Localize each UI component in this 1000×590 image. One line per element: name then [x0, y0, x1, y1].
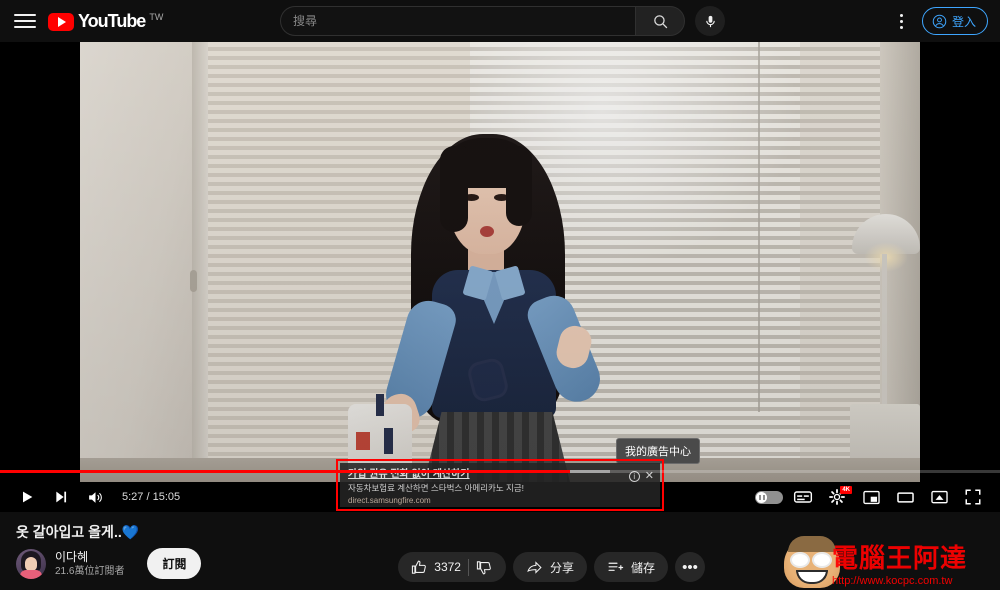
thumbs-up-icon [412, 560, 427, 574]
watermark-text: 電腦王阿達 [832, 543, 968, 573]
channel-row: 이다혜 21.6萬位訂閱者 訂閱 [16, 548, 202, 579]
miniplayer-icon [862, 490, 880, 504]
scene-floor-lamp-pole [882, 254, 887, 404]
avatar[interactable] [16, 548, 46, 579]
play-icon [23, 491, 33, 503]
autoplay-toggle[interactable] [752, 482, 786, 512]
action-buttons-row: 3372 分享 儲存 ••• [398, 552, 705, 582]
subtitles-icon [793, 491, 813, 503]
site-watermark: 電腦王阿達 http://www.kocpc.com.tw [784, 536, 994, 588]
hamburger-menu-icon[interactable] [14, 10, 36, 32]
share-button[interactable]: 分享 [512, 552, 587, 582]
masthead-right: 登入 [892, 6, 988, 36]
like-count: 3372 [434, 560, 461, 574]
scene-bag-trim-red [356, 432, 370, 450]
avatar-face [25, 556, 37, 571]
watermark-mascot-face [784, 538, 840, 588]
fullscreen-button[interactable] [956, 482, 990, 512]
save-button[interactable]: 儲存 [593, 552, 668, 582]
scene-bag-trim-navy [384, 428, 393, 454]
save-label: 儲存 [630, 560, 655, 575]
next-video-button[interactable] [44, 482, 78, 512]
youtube-logo-text: YouTube [78, 10, 146, 31]
share-arrow-icon [527, 560, 542, 574]
person-mouth [480, 226, 494, 237]
search-box [280, 6, 685, 36]
progress-bar[interactable] [0, 470, 1000, 474]
youtube-country-code: TW [149, 11, 164, 22]
watermark-mascot-glass-left [790, 552, 810, 568]
kebab-menu-icon[interactable] [892, 6, 912, 36]
autoplay-toggle-icon [755, 490, 783, 504]
page-title: 옷 갈아입고 올게..💙 [16, 524, 140, 540]
progress-played [0, 470, 570, 473]
dislike-button[interactable] [476, 559, 493, 576]
next-video-icon [56, 491, 67, 503]
search-area [280, 6, 725, 36]
player-controls-left: 5:27 / 15:05 [0, 482, 180, 512]
player-controls: 5:27 / 15:05 4K [0, 482, 1000, 512]
volume-button[interactable] [78, 482, 112, 512]
theater-mode-button[interactable] [888, 482, 922, 512]
action-divider [467, 558, 469, 576]
youtube-logo[interactable]: YouTube TW [48, 10, 164, 31]
cast-icon [930, 490, 948, 503]
signin-label: 登入 [951, 14, 976, 29]
player-controls-right: 4K [752, 482, 990, 512]
search-input[interactable] [280, 6, 635, 36]
masthead: YouTube TW 搜尋 登入 [0, 0, 1000, 42]
save-playlist-icon [608, 562, 624, 571]
cast-button[interactable] [922, 482, 956, 512]
scene-blind-cord [758, 42, 760, 412]
channel-name[interactable]: 이다혜 [55, 550, 124, 565]
play-button[interactable] [10, 482, 44, 512]
video-player[interactable]: 보내주셔야 我的廣告中心 가입 권유 전화 없이 계산하기 자동차보험료 계산하… [0, 42, 1000, 512]
youtube-play-icon [48, 12, 74, 31]
scene-bag-strap [376, 394, 384, 416]
person-hair-side-left [440, 146, 468, 232]
watermark-mascot-glass-right [812, 552, 832, 568]
video-info-section: 옷 갈아입고 올게..💙 이다혜 21.6萬位訂閱者 訂閱 3372 分享 儲存… [0, 512, 1000, 590]
share-label: 分享 [549, 560, 574, 575]
microphone-icon [705, 15, 715, 27]
like-dislike-group: 3372 [398, 552, 506, 582]
account-circle-icon [932, 14, 947, 28]
channel-meta: 이다혜 21.6萬位訂閱者 [55, 550, 124, 578]
settings-button[interactable]: 4K [820, 482, 854, 512]
scene-door-knob [190, 270, 197, 292]
subscribe-button[interactable]: 訂閱 [147, 548, 202, 579]
watermark-mascot-mouth [796, 570, 828, 584]
search-button[interactable] [635, 6, 685, 36]
fullscreen-icon [965, 489, 981, 505]
time-display: 5:27 / 15:05 [122, 491, 181, 503]
subscriber-count: 21.6萬位訂閱者 [55, 565, 125, 577]
signin-button[interactable]: 登入 [921, 7, 988, 35]
watermark-url: http://www.kocpc.com.tw [832, 575, 953, 587]
avatar-body [20, 569, 42, 579]
scene-door-edge [192, 42, 208, 482]
more-actions-button[interactable]: ••• [675, 552, 705, 582]
miniplayer-button[interactable] [854, 482, 888, 512]
search-icon [653, 14, 667, 28]
volume-high-icon [88, 491, 102, 503]
video-frame [80, 42, 920, 482]
masthead-left: YouTube TW [0, 10, 163, 32]
voice-search-button[interactable] [695, 6, 725, 36]
theater-mode-icon [896, 491, 914, 503]
person-hair-side-right [506, 146, 532, 226]
watermark-mascot-hair [788, 536, 836, 552]
thumbs-down-icon [476, 560, 491, 574]
subtitles-button[interactable] [786, 482, 820, 512]
quality-badge: 4K [840, 486, 852, 494]
like-button[interactable]: 3372 [411, 559, 461, 576]
youtube-watch-page: YouTube TW 搜尋 登入 我的廣告中心 가입 권유 전화 없이 계산하기… [0, 0, 1000, 590]
